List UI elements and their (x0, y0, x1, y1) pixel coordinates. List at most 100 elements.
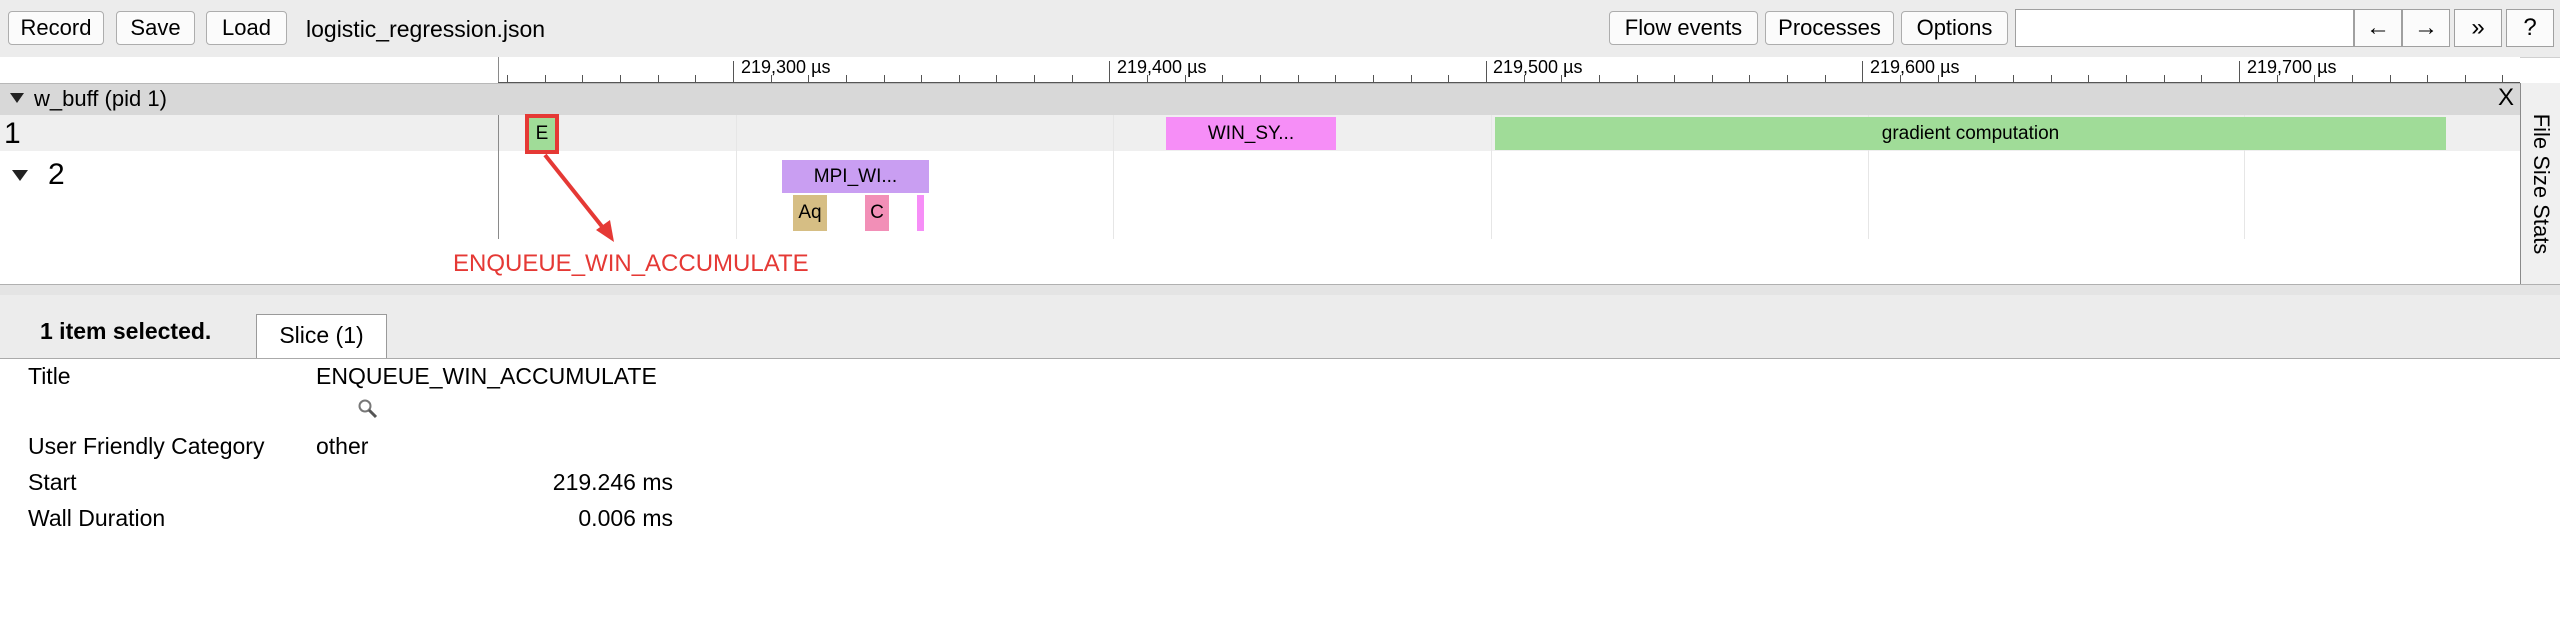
thread-label-column: 2 (0, 151, 499, 239)
thread-label-column: 1 (0, 115, 499, 151)
gridline (1113, 115, 1114, 239)
load-button[interactable]: Load (206, 11, 287, 45)
ruler-label: 219,600 µs (1870, 57, 1960, 77)
ruler-tick (1411, 75, 1412, 83)
ruler-tick (2390, 75, 2391, 83)
ruler-tick (1862, 61, 1863, 83)
slice-mpi-win[interactable]: MPI_WI... (782, 160, 929, 193)
ruler-label-column (0, 57, 499, 83)
ruler-label: 219,300 µs (741, 57, 831, 77)
ruler-tick (1222, 75, 1223, 83)
process-title: w_buff (pid 1) (34, 86, 167, 111)
expand-triangle-icon[interactable] (12, 170, 28, 181)
ruler-tick (1749, 75, 1750, 83)
ruler-tick (921, 75, 922, 83)
file-name: logistic_regression.json (306, 16, 546, 42)
ruler-tick (2126, 75, 2127, 83)
toolbar: Record Save Load logistic_regression.jso… (0, 0, 2560, 58)
prev-result-button[interactable]: ← (2354, 9, 2402, 47)
ruler-tick (1298, 75, 1299, 83)
duration-value: 0.006 ms (578, 505, 673, 531)
options-button[interactable]: Options (1901, 11, 2008, 45)
ruler-tick (1072, 75, 1073, 83)
ruler-label: 219,400 µs (1117, 57, 1207, 77)
ruler-tick (1034, 75, 1035, 83)
ruler-tick (1335, 75, 1336, 83)
ruler-tick (2051, 75, 2052, 83)
double-chevron-icon: » (2471, 14, 2485, 41)
ruler-tick (1825, 75, 1826, 83)
annotation-arrow-icon (543, 153, 614, 242)
gridline (1491, 115, 1492, 239)
slice-c[interactable]: C (865, 195, 889, 231)
ruler-tick (695, 75, 696, 83)
ruler-tick (2164, 75, 2165, 83)
ruler-tick (1260, 75, 1261, 83)
ruler-tick (2013, 75, 2014, 83)
ruler-tick (959, 75, 960, 83)
ruler-tick (1712, 75, 1713, 83)
ruler-tick (1373, 75, 1374, 83)
start-value: 219.246 ms (552, 469, 673, 495)
ruler-tick (1975, 75, 1976, 83)
annotation-label: ENQUEUE_WIN_ACCUMULATE (453, 250, 809, 277)
ruler-tick (2465, 75, 2466, 83)
flow-events-button[interactable]: Flow events (1609, 11, 1758, 45)
arrow-right-icon: → (2414, 14, 2438, 41)
ruler-tick (996, 75, 997, 83)
slice-small[interactable] (917, 195, 924, 231)
ruler-tick (2239, 61, 2240, 83)
gridline (736, 115, 737, 239)
process-header[interactable]: w_buff (pid 1) X (0, 83, 2520, 116)
ruler-tick (884, 75, 885, 83)
processes-button[interactable]: Processes (1765, 11, 1894, 45)
ruler-tick (2502, 75, 2503, 83)
ruler-tick (507, 75, 508, 83)
close-process-button[interactable]: X (2498, 84, 2514, 112)
search-input[interactable] (2015, 9, 2354, 47)
save-button[interactable]: Save (116, 11, 195, 45)
search-icon[interactable] (357, 398, 379, 420)
ruler-label: 219,500 µs (1493, 57, 1583, 77)
ruler-tick (1448, 75, 1449, 83)
ruler-tick (1486, 61, 1487, 83)
help-button[interactable]: ? (2506, 9, 2554, 47)
ruler-tick (2352, 75, 2353, 83)
more-button[interactable]: » (2454, 9, 2502, 47)
ruler-tick (2201, 75, 2202, 83)
ruler-tick (1674, 75, 1675, 83)
selection-count: 1 item selected. (40, 318, 212, 344)
ruler-tick (1599, 75, 1600, 83)
slice-aq[interactable]: Aq (793, 195, 827, 231)
title-value: ENQUEUE_WIN_ACCUMULATE (316, 363, 657, 389)
collapse-triangle-icon[interactable] (10, 93, 24, 103)
arrow-left-icon: ← (2366, 14, 2390, 41)
duration-key: Wall Duration (28, 505, 166, 531)
ruler-tick (658, 75, 659, 83)
title-key: Title (28, 363, 71, 389)
time-ruler: 219,300 µs 219,400 µs 219,500 µs 219,600… (0, 57, 2520, 83)
ruler-tick (1787, 75, 1788, 83)
ruler-tick (1109, 61, 1110, 83)
thread-label-2: 2 (48, 158, 65, 191)
help-icon: ? (2523, 14, 2537, 41)
file-size-stats-tab[interactable]: File Size Stats (2520, 83, 2560, 285)
tab-slice[interactable]: Slice (1) (256, 314, 387, 358)
category-value: other (316, 433, 369, 459)
side-tab-label: File Size Stats (2529, 113, 2554, 255)
ruler-tick (582, 75, 583, 83)
ruler-tick (846, 75, 847, 83)
ruler-label: 219,700 µs (2247, 57, 2337, 77)
slice-gradient-computation[interactable]: gradient computation (1495, 117, 2446, 150)
record-button[interactable]: Record (8, 11, 104, 45)
ruler-tick (2088, 75, 2089, 83)
ruler-tick (620, 75, 621, 83)
ruler-tick (545, 75, 546, 83)
category-key: User Friendly Category (28, 433, 265, 459)
thread-track-2: 2 (0, 151, 2520, 239)
slice-win-sync[interactable]: WIN_SY... (1166, 117, 1336, 150)
highlight-box (525, 114, 559, 154)
analysis-tabbar: 1 item selected. Slice (1) (0, 295, 2560, 359)
ruler-tick (2427, 75, 2428, 83)
next-result-button[interactable]: → (2402, 9, 2450, 47)
